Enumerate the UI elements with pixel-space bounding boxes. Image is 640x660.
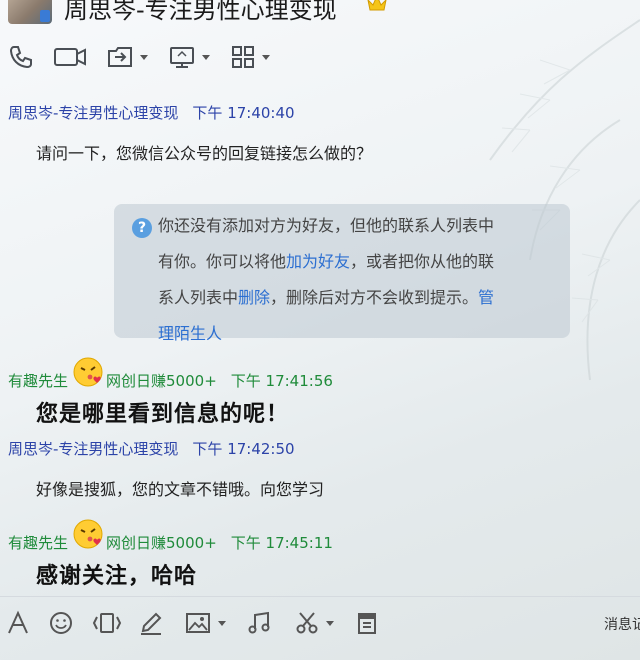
- manage-strangers-link[interactable]: 理陌生人: [158, 324, 222, 343]
- stranger-notice: ? 你还没有添加对方为好友，但他的联系人列表中 有你。你可以将他加为好友，或者把…: [114, 204, 570, 343]
- font-button[interactable]: [6, 608, 30, 638]
- message-header: 有趣先生 网创日赚5000+ 下午 17:45:11: [8, 519, 333, 558]
- message-header: 有趣先生 网创日赚5000+ 下午 17:41:56: [8, 357, 333, 396]
- kiss-emoji-icon: [72, 519, 104, 558]
- music-button[interactable]: [246, 608, 272, 638]
- message-time: 下午 17:40:40: [192, 104, 295, 122]
- sender-name[interactable]: 有趣先生: [8, 370, 68, 391]
- delete-link[interactable]: 删除: [238, 288, 270, 307]
- message-text: 好像是搜狐，您的文章不错哦。向您学习: [36, 480, 325, 499]
- input-toolbar: 消息记: [0, 604, 640, 644]
- crown-icon: [367, 0, 387, 11]
- notice-text: 系人列表中: [158, 288, 239, 307]
- sender-title-tag: 网创日赚5000+: [106, 533, 217, 552]
- chevron-down-icon[interactable]: [326, 620, 334, 626]
- kiss-emoji-icon: [72, 357, 104, 396]
- message-time: 下午 17:42:50: [192, 440, 295, 458]
- phone-icon: [9, 46, 32, 69]
- message-text: 您是哪里看到信息的呢！: [36, 402, 290, 427]
- message-header: 周思岑-专注男性心理变现 下午 17:40:40: [8, 102, 295, 123]
- share-screen-button[interactable]: [106, 42, 148, 72]
- apps-grid-icon: [232, 46, 254, 68]
- video-button[interactable]: [52, 42, 88, 72]
- video-icon: [54, 48, 86, 66]
- input-divider: [0, 596, 640, 597]
- music-icon: [248, 611, 270, 634]
- image-icon: [186, 613, 210, 633]
- notice-line-3: 系人列表中删除，删除后对方不会收到提示。管: [158, 280, 554, 316]
- sender-name[interactable]: 周思岑-专注男性心理变现: [8, 438, 178, 459]
- notice-text: 有你。你可以将他: [158, 252, 287, 271]
- notice-text: ，或者把你从他的联: [350, 252, 495, 271]
- sender-name[interactable]: 有趣先生: [8, 532, 68, 553]
- notice-line-2: 有你。你可以将他加为好友，或者把你从他的联: [158, 244, 554, 280]
- chevron-down-icon[interactable]: [140, 54, 148, 60]
- message-text: 请问一下，您微信公众号的回复链接怎么做的？: [36, 144, 373, 163]
- font-icon: [8, 610, 28, 634]
- doodle-icon: [141, 612, 162, 635]
- notice-text: ，删除后对方不会收到提示。: [270, 288, 479, 307]
- message-time: 下午 17:41:56: [230, 371, 333, 390]
- chat-toolbar: [0, 40, 640, 76]
- device-badge-icon: [40, 10, 50, 22]
- avatar[interactable]: [8, 0, 52, 24]
- remote-desktop-button[interactable]: [168, 42, 210, 72]
- message-header: 周思岑-专注男性心理变现 下午 17:42:50: [8, 438, 295, 459]
- doodle-button[interactable]: [138, 608, 164, 638]
- window-title: 周思岑-专注男性心理变现: [64, 0, 337, 24]
- manage-strangers-link[interactable]: 管: [478, 288, 494, 307]
- shake-button[interactable]: [90, 608, 124, 638]
- sender-name[interactable]: 周思岑-专注男性心理变现: [8, 102, 178, 123]
- image-button[interactable]: [184, 608, 226, 638]
- remote-desktop-icon: [170, 47, 194, 68]
- apps-button[interactable]: [230, 42, 270, 72]
- emoji-icon: [50, 612, 72, 634]
- screenshot-button[interactable]: [294, 608, 334, 638]
- notice-line-1: 你还没有添加对方为好友，但他的联系人列表中: [158, 216, 495, 235]
- chat-history[interactable]: 周思岑-专注男性心理变现 下午 17:40:40 请问一下，您微信公众号的回复链…: [0, 96, 640, 596]
- add-friend-link[interactable]: 加为好友: [286, 252, 350, 271]
- scissors-icon: [296, 612, 318, 634]
- message-text: 感谢关注，哈哈: [36, 564, 198, 589]
- history-button[interactable]: [354, 608, 380, 638]
- title-bar: 周思岑-专注男性心理变现: [0, 0, 640, 26]
- emoji-button[interactable]: [48, 608, 74, 638]
- phone-button[interactable]: [8, 42, 34, 72]
- share-screen-icon: [108, 47, 132, 67]
- message-time: 下午 17:45:11: [230, 533, 333, 552]
- message-record-button[interactable]: 消息记: [604, 614, 640, 634]
- question-icon: ?: [132, 218, 152, 238]
- history-icon: [358, 613, 376, 634]
- sender-title-tag: 网创日赚5000+: [106, 371, 217, 390]
- chevron-down-icon[interactable]: [218, 620, 226, 626]
- chevron-down-icon[interactable]: [202, 54, 210, 60]
- chevron-down-icon[interactable]: [262, 54, 270, 60]
- notice-line-4: 理陌生人: [158, 316, 554, 352]
- shake-icon: [92, 613, 122, 633]
